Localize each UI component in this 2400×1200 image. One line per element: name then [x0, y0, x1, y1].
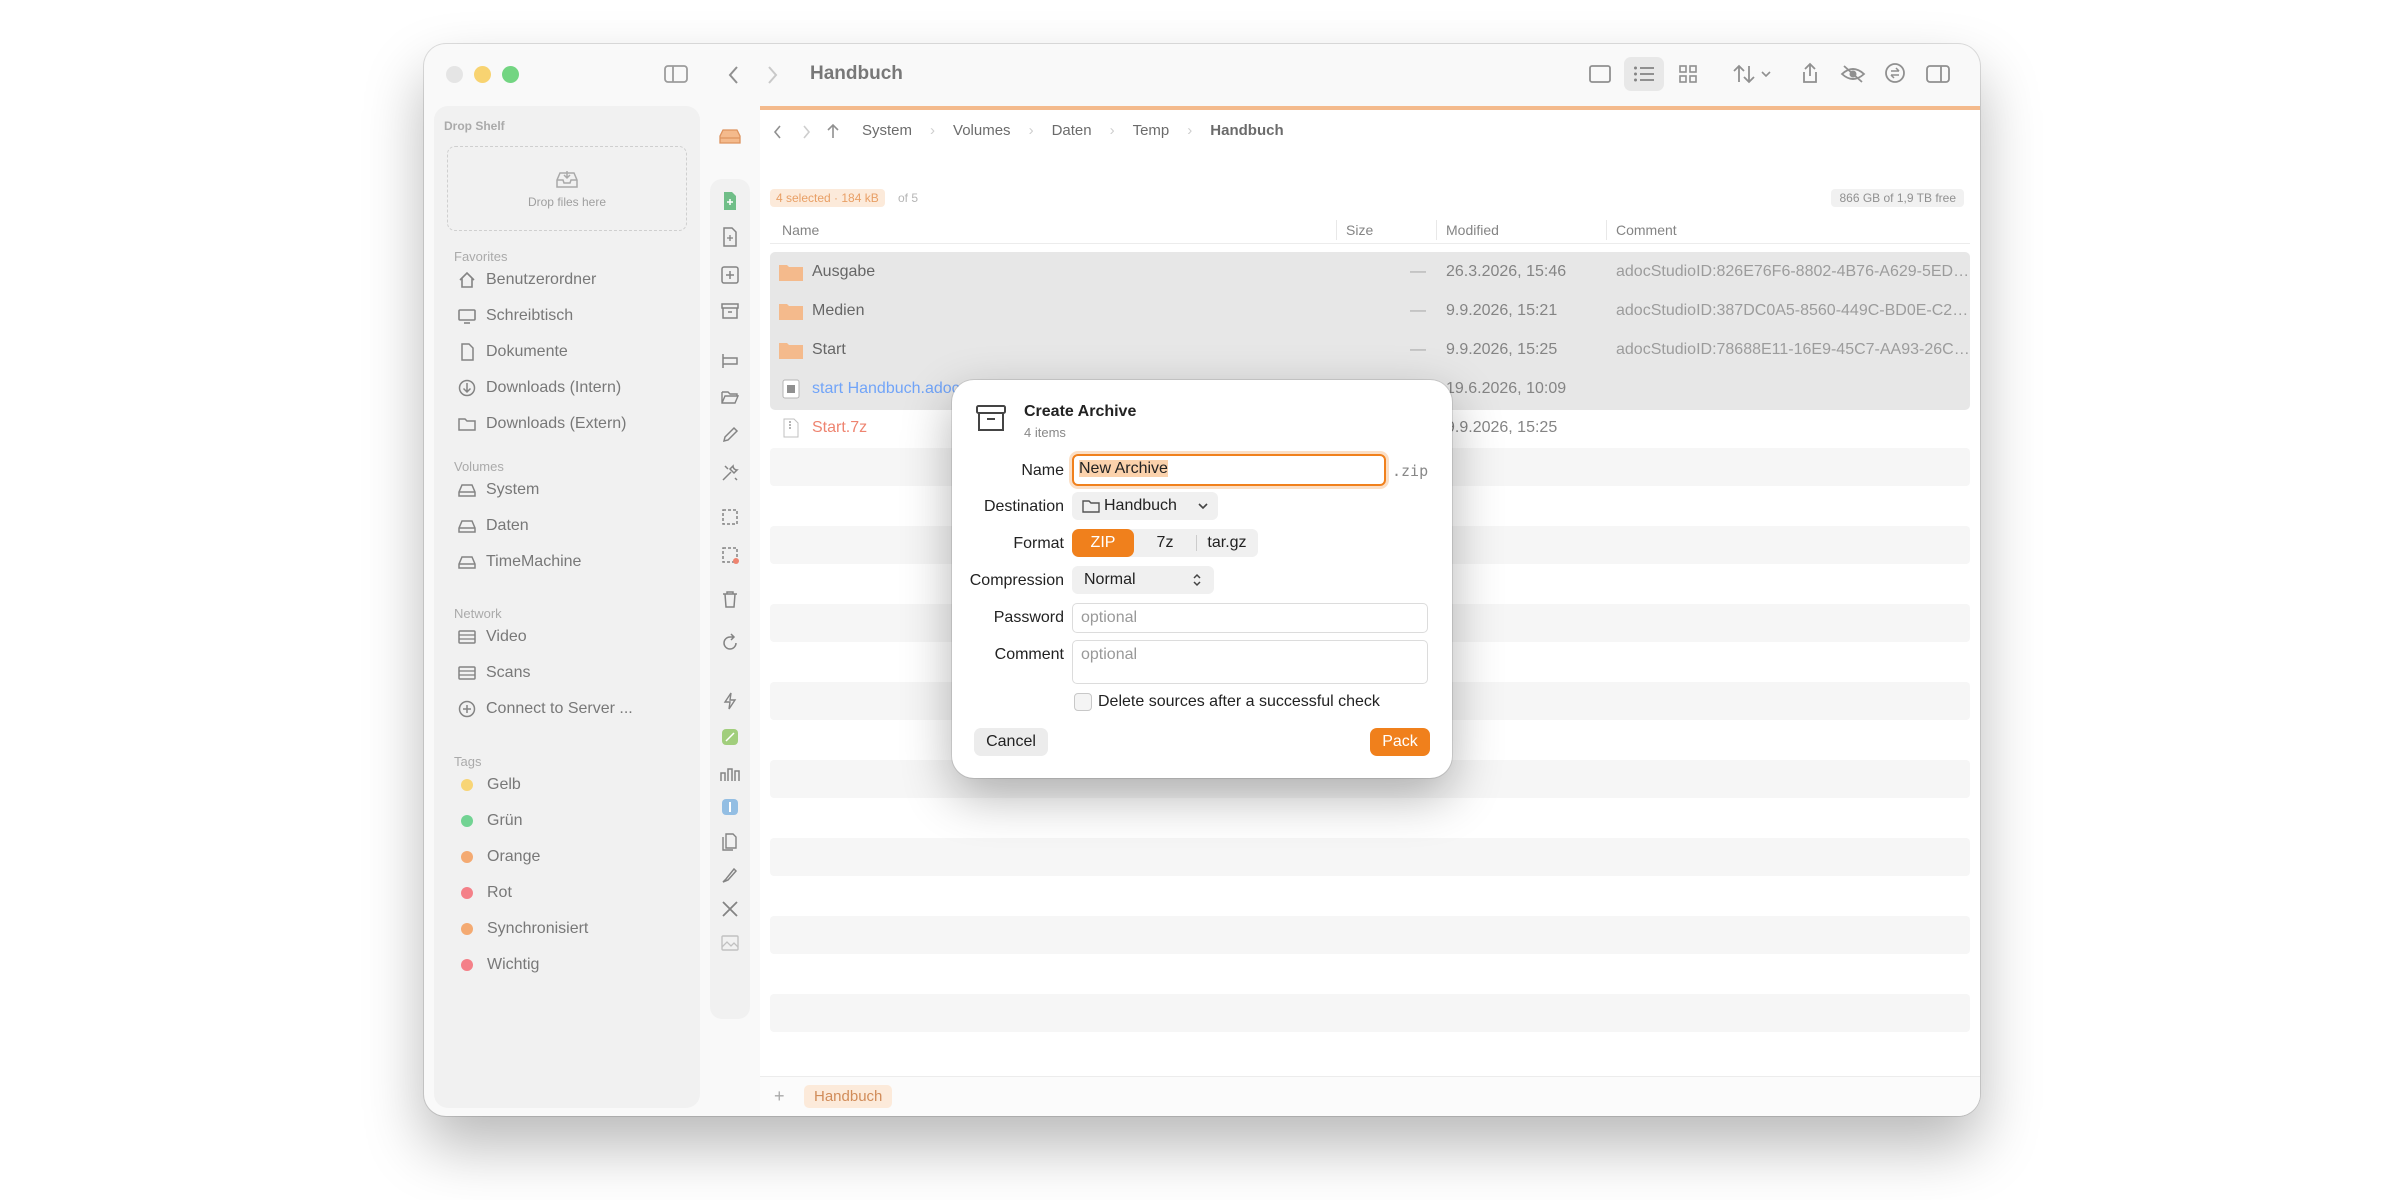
- destination-label: Destination: [983, 498, 1064, 515]
- archive-box-icon: [976, 404, 1006, 432]
- name-label: Name: [1021, 462, 1064, 479]
- comment-placeholder: optional: [1081, 646, 1138, 663]
- dialog-subtitle: 4 items: [1024, 425, 1066, 440]
- delete-sources-checkbox[interactable]: [1074, 693, 1092, 711]
- destination-value: Handbuch: [1104, 497, 1177, 514]
- destination-select[interactable]: Handbuch: [1072, 492, 1218, 520]
- create-archive-dialog: Create Archive 4 items Name New Archive …: [952, 380, 1452, 778]
- updown-chevron-icon: [1192, 573, 1202, 587]
- format-7z-option[interactable]: 7z: [1134, 529, 1196, 557]
- compression-label: Compression: [969, 572, 1064, 589]
- dialog-title: Create Archive: [1024, 403, 1137, 420]
- compression-select[interactable]: Normal: [1072, 566, 1214, 594]
- name-field[interactable]: New Archive: [1072, 454, 1386, 486]
- password-placeholder: optional: [1081, 609, 1138, 626]
- pack-button[interactable]: Pack: [1370, 728, 1430, 756]
- format-label: Format: [1013, 535, 1064, 552]
- name-extension: .zip: [1392, 462, 1429, 480]
- format-zip-option[interactable]: ZIP: [1072, 529, 1134, 557]
- compression-value: Normal: [1084, 571, 1136, 588]
- password-label: Password: [993, 609, 1064, 626]
- name-value: New Archive: [1079, 460, 1168, 477]
- comment-label: Comment: [994, 646, 1064, 663]
- cancel-button[interactable]: Cancel: [974, 728, 1048, 756]
- format-targz-option[interactable]: tar.gz: [1196, 529, 1258, 557]
- password-field[interactable]: optional: [1072, 603, 1428, 633]
- chevron-down-icon: [1198, 502, 1208, 510]
- comment-field[interactable]: optional: [1072, 640, 1428, 684]
- format-segmented: ZIP 7z tar.gz: [1072, 529, 1258, 557]
- delete-sources-label: Delete sources after a successful check: [1098, 693, 1380, 710]
- folder-icon: [1082, 499, 1100, 513]
